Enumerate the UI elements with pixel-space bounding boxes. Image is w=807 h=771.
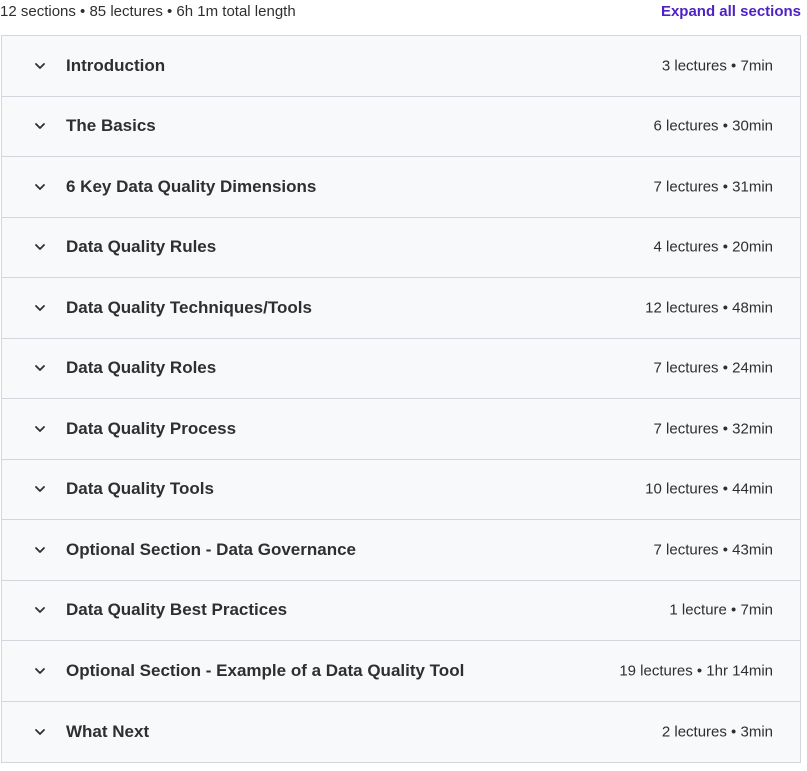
chevron-down-icon bbox=[32, 118, 48, 134]
section-row[interactable]: Optional Section - Example of a Data Qua… bbox=[2, 641, 800, 702]
chevron-down-icon bbox=[32, 360, 48, 376]
curriculum-header: 12 sections • 85 lectures • 6h 1m total … bbox=[0, 0, 807, 36]
chevron-down-icon bbox=[32, 481, 48, 497]
section-meta: 7 lectures • 32min bbox=[653, 420, 773, 438]
section-title: Data Quality Tools bbox=[66, 479, 214, 499]
section-meta: 7 lectures • 43min bbox=[653, 541, 773, 559]
section-meta: 10 lectures • 44min bbox=[645, 480, 773, 498]
section-row[interactable]: Data Quality Process 7 lectures • 32min bbox=[2, 399, 800, 460]
section-row[interactable]: The Basics 6 lectures • 30min bbox=[2, 96, 800, 157]
expand-all-sections-button[interactable]: Expand all sections bbox=[661, 3, 801, 20]
section-row[interactable]: Data Quality Techniques/Tools 12 lecture… bbox=[2, 278, 800, 339]
section-row[interactable]: Data Quality Tools 10 lectures • 44min bbox=[2, 459, 800, 520]
section-meta: 7 lectures • 24min bbox=[653, 359, 773, 377]
chevron-down-icon bbox=[32, 663, 48, 679]
section-title: Introduction bbox=[66, 55, 166, 75]
section-row[interactable]: 6 Key Data Quality Dimensions 7 lectures… bbox=[2, 157, 800, 218]
section-row[interactable]: Data Quality Rules 4 lectures • 20min bbox=[2, 217, 800, 278]
section-row[interactable]: Introduction 3 lectures • 7min bbox=[2, 36, 800, 97]
section-title: Data Quality Rules bbox=[66, 237, 217, 257]
section-list: Introduction 3 lectures • 7min The Basic… bbox=[1, 35, 801, 763]
section-title: The Basics bbox=[66, 116, 156, 136]
chevron-down-icon bbox=[32, 58, 48, 74]
section-meta: 1 lecture • 7min bbox=[669, 601, 773, 619]
section-meta: 12 lectures • 48min bbox=[645, 299, 773, 317]
chevron-down-icon bbox=[32, 179, 48, 195]
chevron-down-icon bbox=[32, 602, 48, 618]
section-meta: 4 lectures • 20min bbox=[653, 238, 773, 256]
section-meta: 3 lectures • 7min bbox=[661, 57, 773, 75]
chevron-down-icon bbox=[32, 300, 48, 316]
section-title: What Next bbox=[66, 721, 150, 741]
section-title: Data Quality Techniques/Tools bbox=[66, 297, 312, 317]
chevron-down-icon bbox=[32, 421, 48, 437]
section-row[interactable]: Data Quality Roles 7 lectures • 24min bbox=[2, 338, 800, 399]
section-meta: 2 lectures • 3min bbox=[661, 723, 773, 741]
section-title: Data Quality Process bbox=[66, 418, 237, 438]
section-row[interactable]: What Next 2 lectures • 3min bbox=[2, 701, 800, 762]
section-title: 6 Key Data Quality Dimensions bbox=[66, 176, 317, 196]
chevron-down-icon bbox=[32, 724, 48, 740]
section-meta: 19 lectures • 1hr 14min bbox=[619, 662, 773, 680]
section-meta: 7 lectures • 31min bbox=[653, 178, 773, 196]
section-title: Data Quality Best Practices bbox=[66, 600, 288, 620]
section-row[interactable]: Data Quality Best Practices 1 lecture • … bbox=[2, 580, 800, 641]
section-title: Data Quality Roles bbox=[66, 358, 217, 378]
section-meta: 6 lectures • 30min bbox=[653, 117, 773, 135]
section-row[interactable]: Optional Section - Data Governance 7 lec… bbox=[2, 520, 800, 581]
chevron-down-icon bbox=[32, 239, 48, 255]
curriculum-summary: 12 sections • 85 lectures • 6h 1m total … bbox=[0, 3, 296, 20]
section-title: Optional Section - Data Governance bbox=[66, 539, 357, 559]
section-title: Optional Section - Example of a Data Qua… bbox=[66, 660, 465, 680]
chevron-down-icon bbox=[32, 542, 48, 558]
